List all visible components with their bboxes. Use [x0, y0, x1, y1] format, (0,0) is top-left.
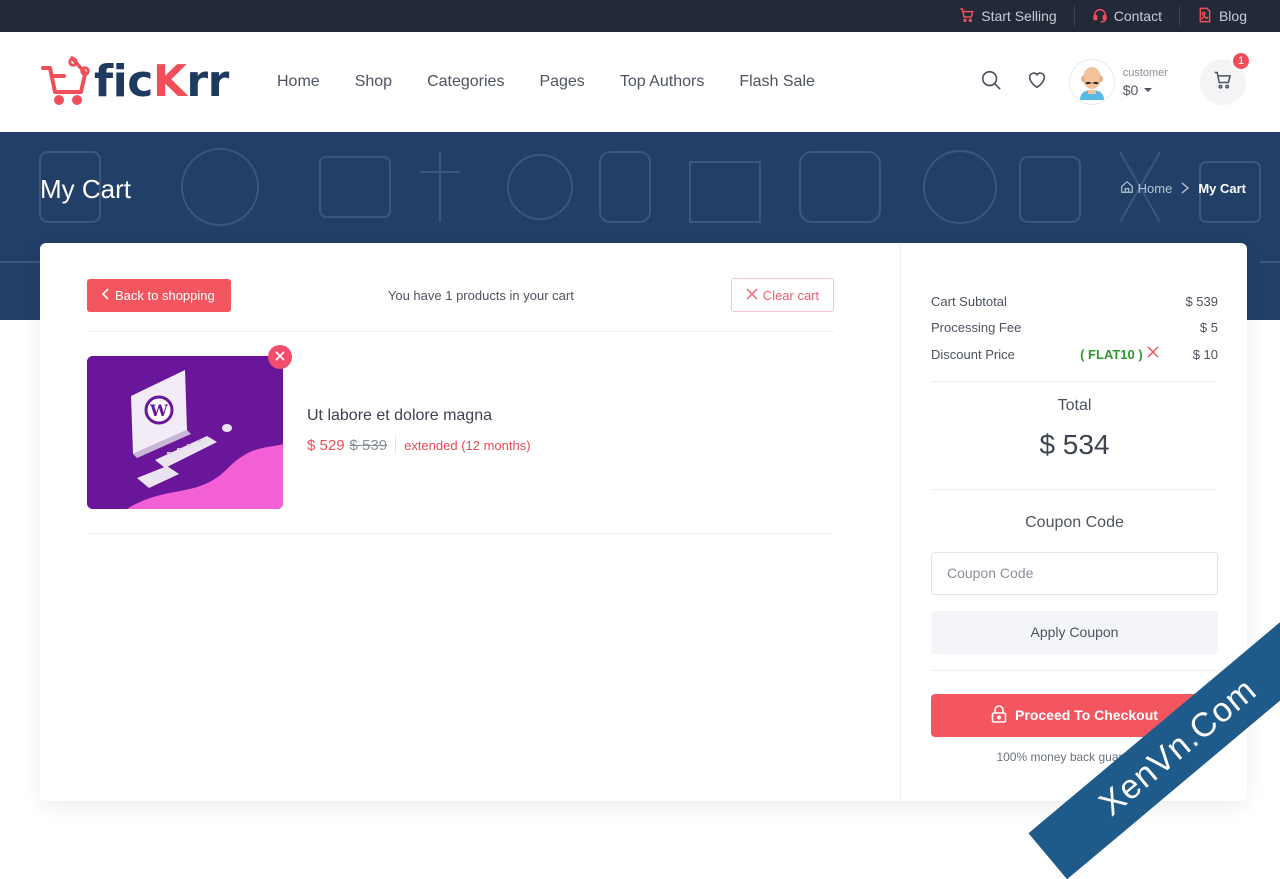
contact-link[interactable]: Contact	[1074, 6, 1179, 26]
product-thumbnail[interactable]: W	[87, 356, 283, 509]
processing-fee-row: Processing Fee $ 5	[931, 315, 1218, 342]
subtotal-value: $ 539	[1185, 294, 1218, 309]
item-license: extended (12 months)	[404, 438, 530, 453]
site-logo[interactable]: ficKrr	[40, 54, 277, 111]
start-selling-label: Start Selling	[981, 8, 1056, 24]
item-info: Ut labore et dolore magna $ 529 $ 539 ex…	[307, 407, 531, 454]
remove-item-button[interactable]	[268, 345, 292, 369]
subtotal-row: Cart Subtotal $ 539	[931, 288, 1218, 315]
blog-link[interactable]: Blog	[1179, 6, 1247, 26]
logo-text: ficKrr	[94, 60, 229, 104]
nav-top-authors[interactable]: Top Authors	[620, 73, 705, 91]
divider	[87, 533, 834, 534]
subtotal-label: Cart Subtotal	[931, 294, 1185, 309]
breadcrumb: Home My Cart	[1120, 180, 1246, 197]
start-selling-link[interactable]: Start Selling	[942, 6, 1073, 26]
cart-card: Back to shopping You have 1 products in …	[40, 243, 1247, 801]
coupon-code-input[interactable]	[931, 552, 1218, 595]
discount-row: Discount Price ( FLAT10 ) $ 10	[931, 341, 1218, 368]
item-price: $ 529	[307, 437, 345, 454]
breadcrumb-home[interactable]: Home	[1120, 180, 1173, 197]
back-to-shopping-button[interactable]: Back to shopping	[87, 279, 231, 312]
cart-items-panel: Back to shopping You have 1 products in …	[40, 243, 901, 801]
total-value: $ 534	[931, 429, 1218, 461]
main-header: ficKrr Home Shop Categories Pages Top Au…	[0, 32, 1280, 132]
cart-item: W Ut labore et dolore magna $ 529 $ 539	[87, 332, 834, 533]
cart-toolbar: Back to shopping You have 1 products in …	[87, 278, 834, 312]
nav-categories[interactable]: Categories	[427, 73, 504, 91]
cart-button[interactable]: 1	[1200, 59, 1246, 105]
logo-cart-icon	[40, 54, 94, 111]
close-icon	[275, 348, 285, 366]
remove-coupon-icon[interactable]	[1147, 345, 1159, 363]
nav-home[interactable]: Home	[277, 73, 320, 91]
lock-icon	[991, 705, 1007, 726]
cart-icon	[1213, 70, 1233, 95]
applied-coupon: ( FLAT10 )	[1080, 345, 1159, 363]
apply-block: Apply Coupon	[931, 595, 1218, 654]
chevron-down-icon	[1144, 88, 1152, 92]
user-role: customer	[1123, 68, 1168, 79]
discount-label: Discount Price	[931, 347, 1080, 362]
apply-coupon-button[interactable]: Apply Coupon	[931, 611, 1218, 654]
home-icon	[1120, 180, 1134, 197]
processing-fee-value: $ 5	[1200, 320, 1218, 335]
page-title: My Cart	[40, 174, 131, 205]
applied-coupon-code: ( FLAT10 )	[1080, 347, 1143, 362]
top-bar: Start Selling Contact Blog	[0, 0, 1280, 32]
divider	[931, 670, 1218, 671]
clear-cart-button[interactable]: Clear cart	[731, 278, 834, 312]
breadcrumb-current: My Cart	[1198, 181, 1246, 196]
divider	[395, 436, 396, 454]
header-actions: customer $0 1	[979, 59, 1246, 105]
nav-flash-sale[interactable]: Flash Sale	[739, 73, 815, 91]
item-price-row: $ 529 $ 539 extended (12 months)	[307, 436, 531, 454]
nav-shop[interactable]: Shop	[355, 73, 392, 91]
headset-icon	[1092, 7, 1108, 26]
heart-icon	[1026, 69, 1048, 96]
item-old-price: $ 539	[350, 437, 388, 454]
cart-icon	[959, 7, 975, 26]
blog-label: Blog	[1219, 8, 1247, 24]
coupon-block: Coupon Code Apply Coupon	[931, 490, 1218, 671]
close-icon	[746, 288, 758, 303]
user-menu[interactable]: customer $0	[1123, 68, 1168, 97]
svg-text:W: W	[149, 401, 169, 420]
document-icon	[1197, 7, 1213, 26]
search-button[interactable]	[979, 70, 1003, 94]
nav-pages[interactable]: Pages	[539, 73, 584, 91]
coupon-title: Coupon Code	[931, 514, 1218, 532]
main-nav: Home Shop Categories Pages Top Authors F…	[277, 73, 815, 91]
item-title[interactable]: Ut labore et dolore magna	[307, 407, 531, 425]
chevron-left-icon	[101, 288, 109, 303]
search-icon	[980, 69, 1002, 96]
processing-fee-label: Processing Fee	[931, 320, 1200, 335]
total-block: Total $ 534	[931, 382, 1218, 489]
cart-count-text: You have 1 products in your cart	[388, 288, 574, 303]
cart-count-badge: 1	[1231, 51, 1251, 71]
discount-value: $ 10	[1193, 347, 1218, 362]
avatar[interactable]	[1069, 59, 1115, 105]
user-balance: $0	[1123, 83, 1168, 97]
total-label: Total	[931, 397, 1218, 415]
wishlist-button[interactable]	[1025, 70, 1049, 94]
contact-label: Contact	[1114, 8, 1162, 24]
chevron-right-icon	[1180, 181, 1190, 197]
